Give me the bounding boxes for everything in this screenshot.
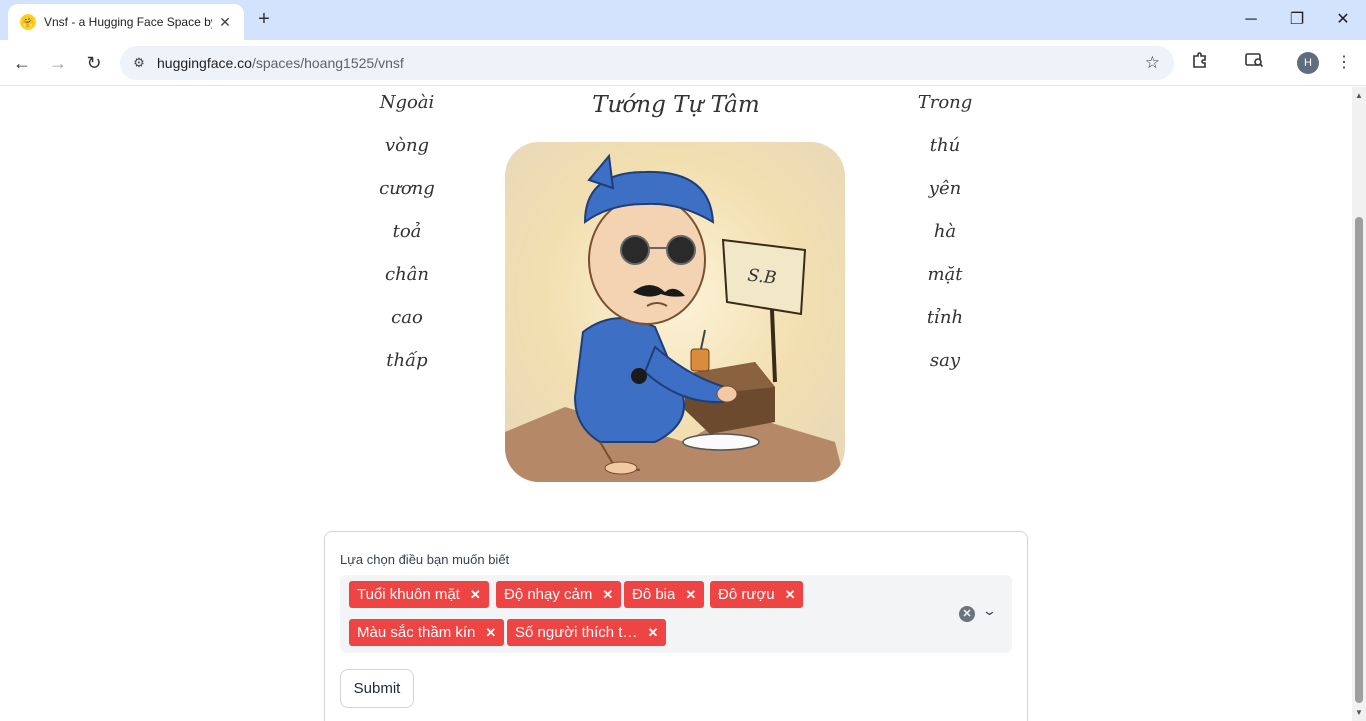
- reload-icon[interactable]: ↻: [82, 51, 106, 75]
- option-chip: Tuổi khuôn mặt ✕: [349, 581, 489, 608]
- options-multiselect[interactable]: Tuổi khuôn mặt ✕ Độ nhạy cảm ✕ Đô bia ✕ …: [340, 575, 1012, 653]
- remove-chip-icon[interactable]: ✕: [785, 581, 796, 608]
- tab-close-icon[interactable]: ✕: [216, 14, 234, 31]
- options-form: Lựa chọn điều bạn muốn biết Tuổi khuôn m…: [324, 531, 1028, 721]
- option-chip-label: Đô bia: [632, 586, 676, 603]
- close-window-icon[interactable]: ✕: [1328, 8, 1358, 32]
- option-chip-label: Độ nhạy cảm: [504, 586, 593, 603]
- option-chip-label: Màu sắc thầm kín: [357, 624, 476, 641]
- option-chip: Đô bia ✕: [624, 581, 705, 608]
- forward-arrow-icon[interactable]: →: [46, 51, 70, 75]
- chevron-down-icon[interactable]: ⌄: [982, 603, 997, 619]
- url-path: /spaces/hoang1525/vnsf: [251, 55, 404, 71]
- poem-right-column: Trong thú yên hà mặt tỉnh say: [905, 91, 985, 392]
- poem-right-word: yên: [928, 178, 962, 199]
- poem-left-word: chân: [385, 264, 429, 285]
- minimize-window-icon[interactable]: ─: [1236, 8, 1266, 32]
- poem-right-word: hà: [933, 221, 957, 242]
- tab-search-icon[interactable]: [1242, 51, 1266, 75]
- poem-left-word: thấp: [386, 350, 428, 371]
- scroll-up-icon[interactable]: ▲: [1355, 91, 1363, 100]
- scrollbar-thumb[interactable]: [1355, 217, 1363, 703]
- remove-chip-icon[interactable]: ✕: [485, 619, 496, 646]
- poem-left-word: toả: [392, 221, 422, 242]
- submit-button[interactable]: Submit: [340, 669, 414, 708]
- poem-left-word: cao: [391, 307, 423, 328]
- remove-chip-icon[interactable]: ✕: [685, 581, 696, 608]
- fortune-teller-illustration: S.B: [505, 142, 845, 482]
- poem-right-word: mặt: [927, 264, 963, 285]
- poem-right-word: tỉnh: [926, 307, 964, 328]
- browser-tab-bar: 🤗 Vnsf - a Hugging Face Space by hoang15…: [0, 0, 1366, 40]
- poem-left-column: Ngoài vòng cương toả chân cao thấp: [367, 91, 447, 392]
- poem-right-word: thú: [929, 135, 961, 156]
- profile-avatar[interactable]: H: [1297, 52, 1319, 74]
- url-host: huggingface.co: [157, 55, 252, 71]
- option-chip: Màu sắc thầm kín ✕: [349, 619, 505, 646]
- kebab-menu-icon[interactable]: ⋮: [1332, 51, 1356, 75]
- options-label: Lựa chọn điều bạn muốn biết: [340, 552, 510, 567]
- back-arrow-icon[interactable]: ←: [10, 51, 34, 75]
- remove-chip-icon[interactable]: ✕: [602, 581, 613, 608]
- star-icon[interactable]: ☆: [1145, 53, 1160, 73]
- tab-title: Vnsf - a Hugging Face Space by hoang1525: [44, 15, 212, 29]
- option-chip-label: Số người thích t…: [515, 624, 638, 641]
- poem-right-word: say: [929, 350, 961, 371]
- browser-toolbar: ← → ↻ ⚙ huggingface.co/spaces/hoang1525/…: [0, 40, 1366, 86]
- option-chip: Số người thích t… ✕: [507, 619, 667, 646]
- option-chip: Đô rượu ✕: [710, 581, 804, 608]
- address-bar[interactable]: ⚙ huggingface.co/spaces/hoang1525/vnsf ☆: [120, 46, 1174, 80]
- remove-chip-icon[interactable]: ✕: [647, 619, 658, 646]
- page-viewport: Ngoài vòng cương toả chân cao thấp Tướng…: [0, 87, 1352, 721]
- remove-chip-icon[interactable]: ✕: [470, 581, 481, 608]
- option-chip-label: Đô rượu: [718, 586, 775, 603]
- poem-left-word: vòng: [384, 135, 430, 156]
- page-scrollbar[interactable]: ▲ ▼: [1352, 87, 1366, 721]
- poem-title: Tướng Tự Tâm: [592, 92, 760, 118]
- url-text[interactable]: huggingface.co/spaces/hoang1525/vnsf: [157, 55, 404, 71]
- hugging-face-favicon-icon: 🤗: [20, 14, 36, 30]
- scroll-down-icon[interactable]: ▼: [1355, 708, 1363, 717]
- poem-left-word: cương: [379, 178, 435, 199]
- puzzle-icon[interactable]: [1188, 51, 1212, 75]
- option-chip: Độ nhạy cảm ✕: [496, 581, 622, 608]
- option-chip-label: Tuổi khuôn mặt: [357, 586, 460, 603]
- site-info-icon[interactable]: ⚙: [130, 54, 148, 72]
- browser-tab[interactable]: 🤗 Vnsf - a Hugging Face Space by hoang15…: [8, 4, 244, 40]
- svg-text:S.B: S.B: [747, 266, 778, 289]
- restore-window-icon[interactable]: ❐: [1282, 8, 1312, 32]
- clear-all-icon[interactable]: ✕: [959, 606, 975, 622]
- poem-right-word: Trong: [917, 92, 973, 113]
- new-tab-button[interactable]: +: [252, 8, 276, 32]
- poem-left-word: Ngoài: [379, 92, 435, 113]
